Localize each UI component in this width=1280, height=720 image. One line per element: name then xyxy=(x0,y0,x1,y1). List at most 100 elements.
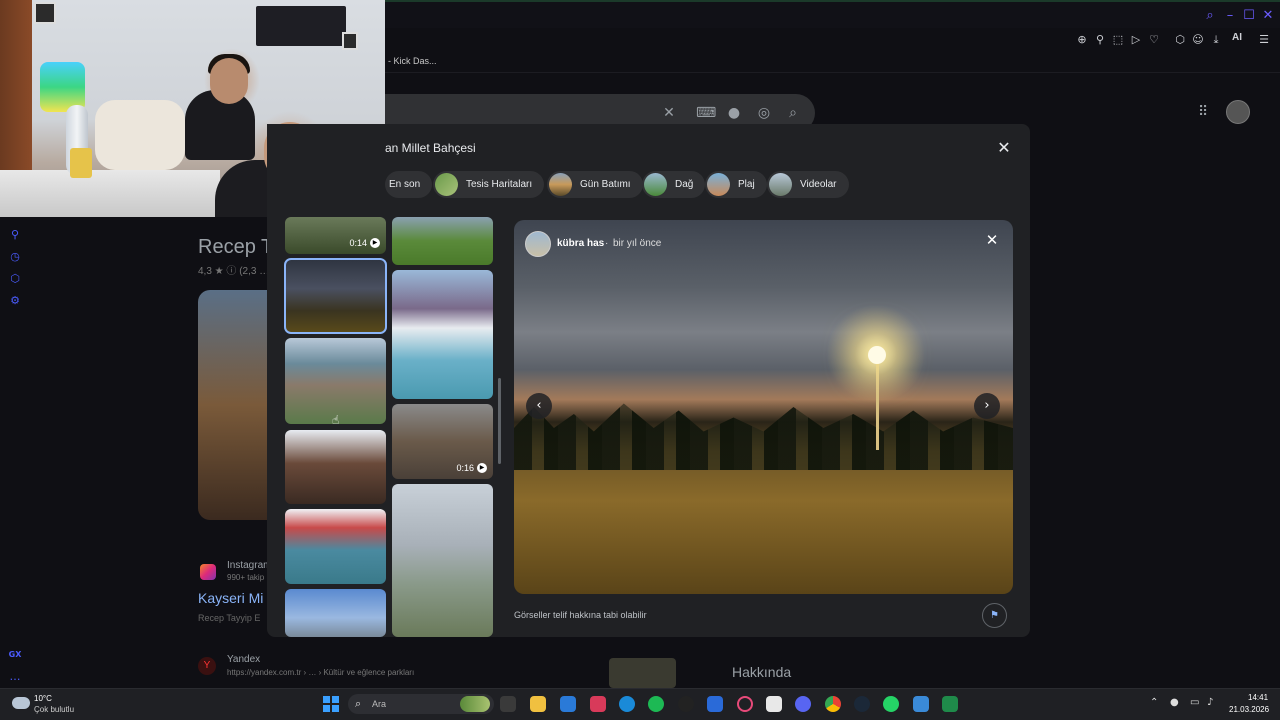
pin-icon[interactable]: ⚲ xyxy=(8,228,22,242)
browser-toolbar: ⊕ ⚲ ⬚ ▷ ♡ ⬡ ☺ ⤓ AI ☰ xyxy=(385,28,1280,54)
image-lamppost xyxy=(876,355,879,450)
document-icon[interactable] xyxy=(766,696,782,712)
result-title[interactable]: Kayseri Mi xyxy=(198,590,263,606)
chip-en-son[interactable]: En son xyxy=(385,171,433,198)
gallery-thumbnail-selected[interactable] xyxy=(284,258,387,334)
video-duration: 0:14 ▶ xyxy=(349,238,380,248)
chip-thumbnail xyxy=(769,173,792,196)
gallery-thumbnail[interactable] xyxy=(392,484,493,637)
app-icon[interactable] xyxy=(678,696,694,712)
network-icon[interactable]: ▭ xyxy=(1190,697,1199,708)
minimize-icon[interactable]: – xyxy=(1222,8,1238,24)
image-trees xyxy=(514,403,1013,470)
avatar[interactable] xyxy=(525,231,551,257)
snapshot-icon[interactable]: ⬚ xyxy=(1110,32,1126,48)
steam-icon[interactable] xyxy=(854,696,870,712)
app-icon[interactable] xyxy=(942,696,958,712)
gallery-thumbnail[interactable]: 0:14 ▶ xyxy=(285,217,386,254)
spotify-icon[interactable] xyxy=(648,696,664,712)
app-icon[interactable] xyxy=(913,696,929,712)
ai-button[interactable]: AI xyxy=(1232,32,1242,43)
search-icon: ⌕ xyxy=(355,697,362,710)
lens-icon[interactable]: ◎ xyxy=(755,104,773,122)
browser-titlebar: ⌕ – ☐ ✕ xyxy=(385,0,1280,29)
volume-icon[interactable]: ♪ xyxy=(1207,697,1213,708)
main-image[interactable] xyxy=(514,220,1013,594)
discord-icon[interactable] xyxy=(795,696,811,712)
more-icon[interactable]: … xyxy=(8,670,22,684)
close-icon[interactable]: ✕ xyxy=(982,230,1002,250)
clear-icon[interactable]: ✕ xyxy=(660,104,678,122)
previous-arrow-icon[interactable]: ‹ xyxy=(526,393,552,419)
play-icon[interactable]: ▷ xyxy=(1128,32,1144,48)
menu-icon[interactable]: ☰ xyxy=(1256,32,1272,48)
app-icon[interactable] xyxy=(590,696,606,712)
chip-label: En son xyxy=(389,179,421,190)
gallery-thumbnail[interactable] xyxy=(392,217,493,265)
search-icon[interactable]: ⌕ xyxy=(1202,8,1218,24)
history-icon[interactable]: ◷ xyxy=(8,250,22,264)
clock-time[interactable]: 14:41 xyxy=(1248,693,1268,702)
close-window-icon[interactable]: ✕ xyxy=(1260,8,1276,24)
next-arrow-icon[interactable]: › xyxy=(974,393,1000,419)
clock-date[interactable]: 21.03.2026 xyxy=(1229,705,1269,714)
weather-temperature[interactable]: 10°C xyxy=(34,694,52,703)
result-thumbnail[interactable] xyxy=(609,658,676,688)
chip-videolar[interactable]: Videolar xyxy=(767,171,849,198)
file-explorer-icon[interactable] xyxy=(530,696,546,712)
tray-expand-icon[interactable]: ⌃ xyxy=(1150,697,1158,708)
bookmark-item[interactable]: - Kick Das... xyxy=(388,56,437,66)
chip-dag[interactable]: Dağ xyxy=(642,171,706,198)
microphone-icon[interactable]: ● xyxy=(1170,697,1179,708)
search-icon[interactable]: ⌕ xyxy=(784,104,802,122)
download-icon[interactable]: ⤓ xyxy=(1208,32,1224,48)
avatar[interactable] xyxy=(1226,100,1250,124)
instagram-sub: 990+ takip xyxy=(227,573,265,582)
task-view-icon[interactable] xyxy=(500,696,516,712)
pin-icon[interactable]: ⚲ xyxy=(1092,32,1108,48)
opera-gx-icon[interactable] xyxy=(737,696,753,712)
extensions-icon[interactable]: ⬡ xyxy=(8,272,22,286)
instagram-label[interactable]: Instagram xyxy=(227,560,271,571)
search-highlight-image xyxy=(460,696,490,712)
apps-grid-icon[interactable]: ⠿ xyxy=(1198,104,1208,120)
chip-gun-batimi[interactable]: Gün Batımı xyxy=(547,171,643,198)
place-rating: 4,3 ★ ⓘ (2,3 … xyxy=(198,266,270,277)
gallery-thumbnail[interactable] xyxy=(285,589,386,637)
webcam-desk xyxy=(0,170,220,217)
heart-icon[interactable]: ♡ xyxy=(1146,32,1162,48)
yandex-label[interactable]: Yandex xyxy=(227,654,260,665)
weather-cloud-icon[interactable] xyxy=(12,697,30,709)
microphone-icon[interactable]: ● xyxy=(725,104,743,122)
close-icon[interactable]: ✕ xyxy=(995,139,1013,157)
whatsapp-icon[interactable] xyxy=(883,696,899,712)
store-icon[interactable] xyxy=(560,696,576,712)
scrollbar[interactable] xyxy=(498,378,501,464)
settings-icon[interactable]: ⚙ xyxy=(8,294,22,308)
extensions-icon[interactable]: ⬡ xyxy=(1172,32,1188,48)
gallery-thumbnail[interactable] xyxy=(285,509,386,584)
gx-label[interactable]: GX xyxy=(8,650,22,664)
place-photo[interactable] xyxy=(198,290,268,520)
zoom-icon[interactable]: ⊕ xyxy=(1074,32,1090,48)
keyboard-icon[interactable]: ⌨ xyxy=(696,104,716,122)
edge-icon[interactable] xyxy=(619,696,635,712)
maximize-icon[interactable]: ☐ xyxy=(1241,8,1257,24)
chip-tesis-haritalari[interactable]: Tesis Haritaları xyxy=(433,171,545,198)
play-icon: ▶ xyxy=(477,463,487,473)
gallery-thumbnail[interactable] xyxy=(285,430,386,504)
chrome-icon[interactable] xyxy=(825,696,841,712)
yandex-icon: Y xyxy=(198,657,216,675)
chip-label: Videolar xyxy=(800,179,837,190)
uploader-name[interactable]: kübra has xyxy=(557,238,604,249)
chip-plaj[interactable]: Plaj xyxy=(705,171,767,198)
gallery-thumbnail[interactable] xyxy=(285,338,386,424)
weather-description[interactable]: Çok bulutlu xyxy=(34,705,74,714)
start-button[interactable] xyxy=(323,696,339,712)
gallery-thumbnail[interactable]: 0:16 ▶ xyxy=(392,404,493,479)
report-flag-icon[interactable]: ⚑ xyxy=(982,603,1007,628)
gallery-thumbnail[interactable] xyxy=(392,270,493,399)
mail-icon[interactable] xyxy=(707,696,723,712)
yandex-url[interactable]: https://yandex.com.tr › … › Kültür ve eğ… xyxy=(227,668,414,677)
profile-icon[interactable]: ☺ xyxy=(1190,32,1206,48)
